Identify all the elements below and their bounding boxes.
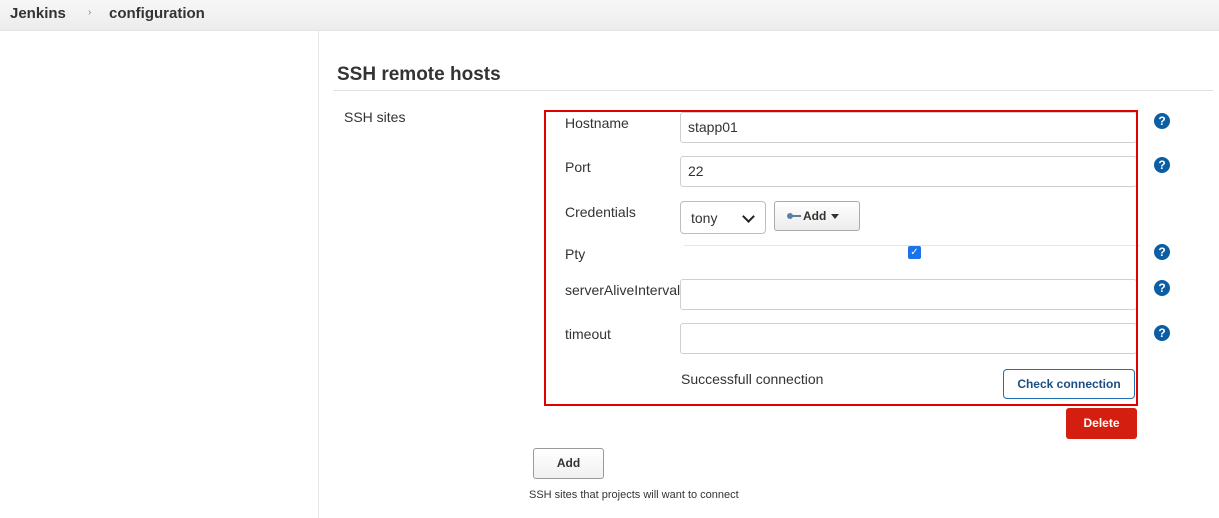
ssh-sites-label: SSH sites [344,109,406,125]
add-credentials-button[interactable]: Add [774,201,860,231]
check-connection-button[interactable]: Check connection [1003,369,1135,399]
pty-label: Pty [565,246,586,262]
credentials-label: Credentials [565,204,636,220]
timeout-input[interactable] [680,323,1137,354]
checkmark-icon: ✓ [910,247,919,258]
server-alive-interval-label: serverAliveInterval [565,282,681,298]
credentials-selected-value: tony [691,210,718,226]
hostname-label: Hostname [565,115,629,131]
highlight-frame [544,110,1138,406]
hostname-input[interactable]: stapp01 [680,112,1137,143]
breadcrumb-separator-icon: › [88,7,92,18]
side-panel [0,31,319,518]
connection-status: Successfull connection [681,371,824,387]
section-divider [333,90,1213,91]
port-help-icon[interactable]: ? [1154,157,1170,173]
section-title: SSH remote hosts [337,64,501,85]
timeout-label: timeout [565,326,611,342]
caret-down-icon [831,214,839,219]
pty-checkbox[interactable]: ✓ [908,246,921,259]
breadcrumb-bar: Jenkins › configuration [0,0,1219,31]
add-site-button[interactable]: Add [533,448,604,479]
pty-help-icon[interactable]: ? [1154,244,1170,260]
breadcrumb-jenkins[interactable]: Jenkins [10,5,66,22]
port-label: Port [565,159,591,175]
hostname-help-icon[interactable]: ? [1154,113,1170,129]
port-input[interactable]: 22 [680,156,1137,187]
add-credentials-label: Add [803,209,827,223]
server-alive-interval-input[interactable] [680,279,1137,310]
server-alive-interval-help-icon[interactable]: ? [1154,280,1170,296]
ssh-sites-description: SSH sites that projects will want to con… [529,489,739,501]
delete-button[interactable]: Delete [1066,408,1137,439]
timeout-help-icon[interactable]: ? [1154,325,1170,341]
key-icon [787,213,801,219]
breadcrumb-configuration[interactable]: configuration [109,5,205,22]
